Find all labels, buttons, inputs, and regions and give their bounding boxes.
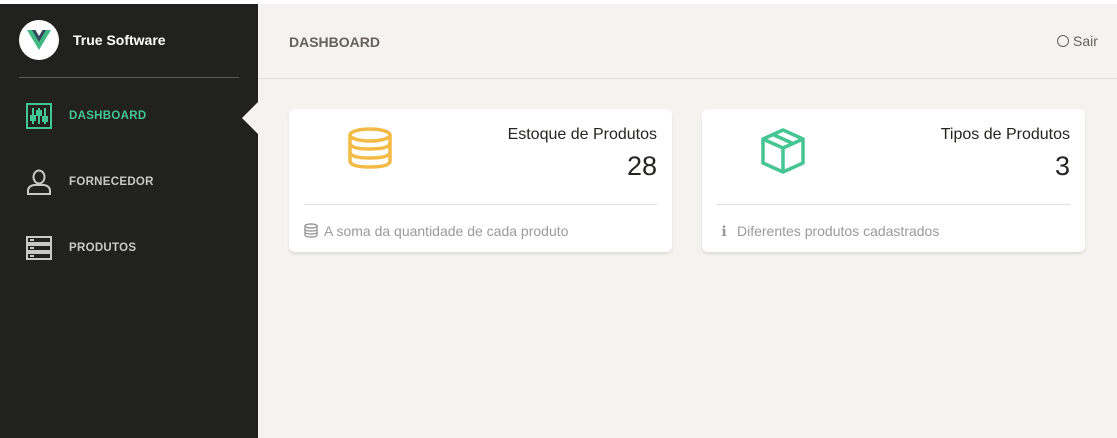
product-types-card: Tipos de Produtos 3 ℹ Diferentes produtos… bbox=[702, 109, 1085, 252]
package-box-icon bbox=[759, 127, 807, 180]
brand[interactable]: True Software bbox=[0, 4, 258, 78]
card-footer: A soma da quantidade de cada produto bbox=[304, 223, 568, 241]
info-icon: ℹ bbox=[721, 223, 727, 239]
server-list-icon bbox=[26, 235, 52, 266]
sidebar: True Software DASHBOARD FORNECEDOR PRODU… bbox=[0, 4, 258, 438]
stock-card: Estoque de Produtos 28 A soma da quantid… bbox=[289, 109, 672, 252]
page-title: DASHBOARD bbox=[289, 34, 380, 50]
sidebar-item-fornecedor[interactable]: FORNECEDOR bbox=[0, 160, 258, 204]
card-divider bbox=[304, 204, 657, 205]
vue-logo-icon bbox=[19, 20, 59, 60]
sidebar-item-label: DASHBOARD bbox=[69, 110, 147, 122]
logout-button[interactable]: Sair bbox=[1057, 33, 1098, 49]
card-title: Estoque de Produtos bbox=[507, 126, 657, 143]
user-icon bbox=[26, 169, 52, 200]
card-footer-text: A soma da quantidade de cada produto bbox=[324, 223, 569, 239]
logout-label: Sair bbox=[1073, 33, 1098, 49]
card-value: 28 bbox=[626, 151, 657, 181]
divider bbox=[19, 77, 239, 78]
database-icon bbox=[347, 127, 393, 178]
card-divider bbox=[717, 204, 1070, 205]
sidebar-item-dashboard[interactable]: DASHBOARD bbox=[0, 94, 258, 138]
card-value: 3 bbox=[1054, 151, 1070, 181]
card-footer: ℹ Diferentes produtos cadastrados bbox=[717, 223, 939, 240]
sidebar-item-label: PRODUTOS bbox=[69, 242, 137, 254]
sliders-icon bbox=[26, 103, 52, 134]
active-indicator-caret bbox=[242, 102, 258, 134]
brand-name: True Software bbox=[73, 32, 166, 48]
card-footer-text: Diferentes produtos cadastrados bbox=[737, 223, 940, 239]
top-edge bbox=[0, 0, 1117, 4]
sidebar-item-produtos[interactable]: PRODUTOS bbox=[0, 226, 258, 270]
sidebar-item-label: FORNECEDOR bbox=[69, 176, 154, 188]
header: DASHBOARD Sair bbox=[258, 4, 1117, 79]
database-icon bbox=[304, 223, 318, 241]
circle-icon bbox=[1057, 35, 1069, 47]
card-title: Tipos de Produtos bbox=[940, 126, 1070, 143]
